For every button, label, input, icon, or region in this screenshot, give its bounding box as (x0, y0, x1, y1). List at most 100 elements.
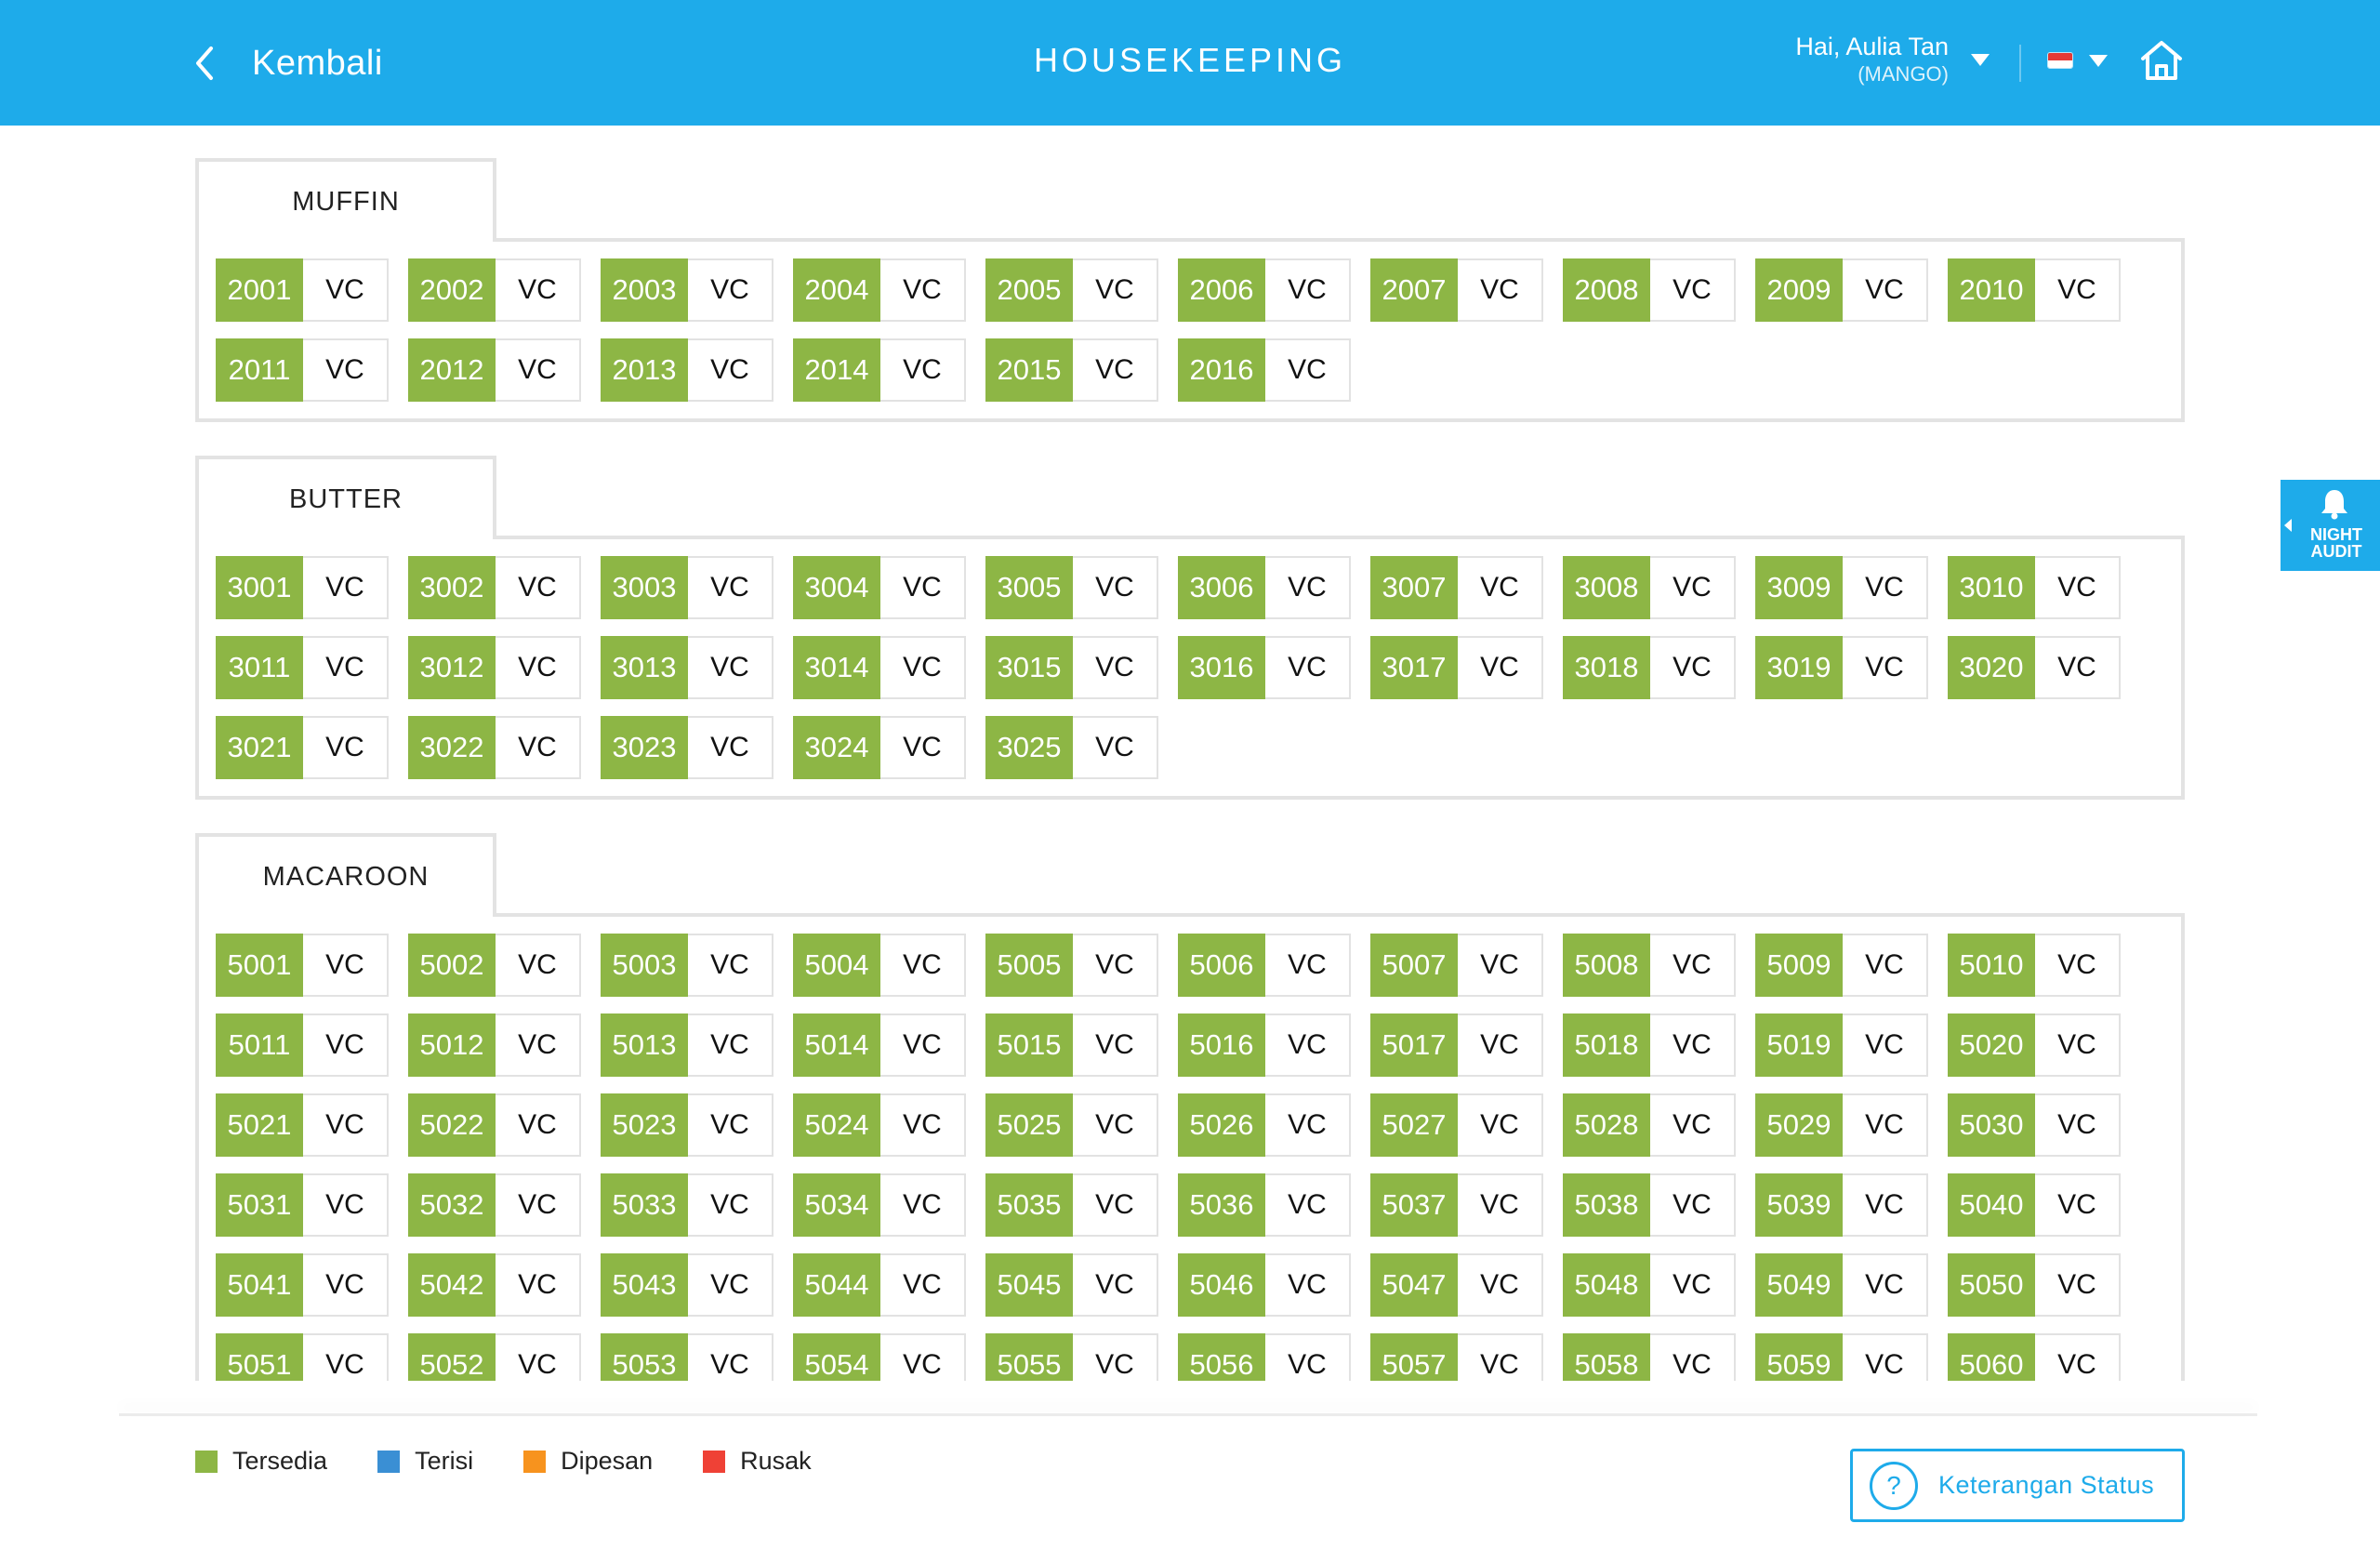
room-tile[interactable]: 5035 VC (985, 1173, 1158, 1237)
room-tile[interactable]: 5054 VC (793, 1333, 966, 1381)
room-tile[interactable]: 2016 VC (1178, 338, 1351, 402)
room-tile[interactable]: 5039 VC (1755, 1173, 1928, 1237)
room-tile[interactable]: 3024 VC (793, 716, 966, 779)
user-dropdown-caret-icon[interactable] (1971, 54, 1990, 66)
room-tile[interactable]: 5034 VC (793, 1173, 966, 1237)
room-tile[interactable]: 5033 VC (601, 1173, 774, 1237)
room-tile[interactable]: 2004 VC (793, 258, 966, 322)
home-icon[interactable] (2138, 37, 2185, 84)
room-tile[interactable]: 3003 VC (601, 556, 774, 619)
room-tile[interactable]: 5050 VC (1948, 1253, 2121, 1317)
room-tile[interactable]: 2010 VC (1948, 258, 2121, 322)
room-tile[interactable]: 5032 VC (408, 1173, 581, 1237)
room-tile[interactable]: 5058 VC (1563, 1333, 1736, 1381)
room-tile[interactable]: 3015 VC (985, 636, 1158, 699)
room-tile[interactable]: 2005 VC (985, 258, 1158, 322)
room-tile[interactable]: 3011 VC (216, 636, 389, 699)
room-tile[interactable]: 5004 VC (793, 934, 966, 997)
room-tile[interactable]: 2001 VC (216, 258, 389, 322)
room-tile[interactable]: 5011 VC (216, 1013, 389, 1077)
room-tile[interactable]: 3004 VC (793, 556, 966, 619)
room-tile[interactable]: 3009 VC (1755, 556, 1928, 619)
room-tile[interactable]: 5026 VC (1178, 1093, 1351, 1157)
room-tile[interactable]: 3016 VC (1178, 636, 1351, 699)
room-tile[interactable]: 5005 VC (985, 934, 1158, 997)
room-tile[interactable]: 2011 VC (216, 338, 389, 402)
room-tile[interactable]: 5023 VC (601, 1093, 774, 1157)
room-tile[interactable]: 5009 VC (1755, 934, 1928, 997)
room-tile[interactable]: 5021 VC (216, 1093, 389, 1157)
room-tile[interactable]: 5046 VC (1178, 1253, 1351, 1317)
room-tile[interactable]: 3025 VC (985, 716, 1158, 779)
room-tile[interactable]: 3014 VC (793, 636, 966, 699)
room-tile[interactable]: 5052 VC (408, 1333, 581, 1381)
room-tile[interactable]: 5012 VC (408, 1013, 581, 1077)
room-tile[interactable]: 3018 VC (1563, 636, 1736, 699)
room-tile[interactable]: 3017 VC (1370, 636, 1543, 699)
language-dropdown-caret-icon[interactable] (2089, 55, 2108, 67)
room-tile[interactable]: 3010 VC (1948, 556, 2121, 619)
room-tile[interactable]: 5025 VC (985, 1093, 1158, 1157)
room-tile[interactable]: 5053 VC (601, 1333, 774, 1381)
room-tile[interactable]: 5049 VC (1755, 1253, 1928, 1317)
room-tile[interactable]: 5010 VC (1948, 934, 2121, 997)
room-tile[interactable]: 2003 VC (601, 258, 774, 322)
room-tile[interactable]: 2006 VC (1178, 258, 1351, 322)
room-tile[interactable]: 5020 VC (1948, 1013, 2121, 1077)
room-tile[interactable]: 5047 VC (1370, 1253, 1543, 1317)
room-tile[interactable]: 5027 VC (1370, 1093, 1543, 1157)
room-tile[interactable]: 3022 VC (408, 716, 581, 779)
room-tile[interactable]: 5003 VC (601, 934, 774, 997)
room-tile[interactable]: 5028 VC (1563, 1093, 1736, 1157)
room-tile[interactable]: 3007 VC (1370, 556, 1543, 619)
room-tile[interactable]: 5056 VC (1178, 1333, 1351, 1381)
room-tile[interactable]: 2009 VC (1755, 258, 1928, 322)
room-tile[interactable]: 5057 VC (1370, 1333, 1543, 1381)
room-tile[interactable]: 2002 VC (408, 258, 581, 322)
room-tile[interactable]: 3001 VC (216, 556, 389, 619)
room-tile[interactable]: 5044 VC (793, 1253, 966, 1317)
room-tile[interactable]: 3008 VC (1563, 556, 1736, 619)
room-tile[interactable]: 2015 VC (985, 338, 1158, 402)
room-tile[interactable]: 5041 VC (216, 1253, 389, 1317)
room-tile[interactable]: 5006 VC (1178, 934, 1351, 997)
room-tile[interactable]: 5045 VC (985, 1253, 1158, 1317)
room-tile[interactable]: 5040 VC (1948, 1173, 2121, 1237)
room-tile[interactable]: 3023 VC (601, 716, 774, 779)
room-tile[interactable]: 5002 VC (408, 934, 581, 997)
room-tile[interactable]: 5016 VC (1178, 1013, 1351, 1077)
room-tile[interactable]: 2012 VC (408, 338, 581, 402)
room-tile[interactable]: 5038 VC (1563, 1173, 1736, 1237)
room-tile[interactable]: 5008 VC (1563, 934, 1736, 997)
room-tile[interactable]: 5013 VC (601, 1013, 774, 1077)
room-tile[interactable]: 5022 VC (408, 1093, 581, 1157)
room-tile[interactable]: 5060 VC (1948, 1333, 2121, 1381)
room-tile[interactable]: 5036 VC (1178, 1173, 1351, 1237)
room-sections[interactable]: MUFFIN 2001 VC 2002 VC 2003 VC 2004 VC 2005 VC 2006… (195, 158, 2185, 1381)
room-tile[interactable]: 3021 VC (216, 716, 389, 779)
language-flag-icon[interactable] (2047, 52, 2073, 69)
room-tile[interactable]: 5024 VC (793, 1093, 966, 1157)
room-tile[interactable]: 5051 VC (216, 1333, 389, 1381)
room-tile[interactable]: 5014 VC (793, 1013, 966, 1077)
room-tile[interactable]: 3019 VC (1755, 636, 1928, 699)
room-tile[interactable]: 5017 VC (1370, 1013, 1543, 1077)
room-tile[interactable]: 5001 VC (216, 934, 389, 997)
room-tile[interactable]: 5030 VC (1948, 1093, 2121, 1157)
room-tile[interactable]: 2007 VC (1370, 258, 1543, 322)
room-tile[interactable]: 5043 VC (601, 1253, 774, 1317)
room-tile[interactable]: 5059 VC (1755, 1333, 1928, 1381)
room-tile[interactable]: 5018 VC (1563, 1013, 1736, 1077)
room-tile[interactable]: 2014 VC (793, 338, 966, 402)
room-tile[interactable]: 2008 VC (1563, 258, 1736, 322)
room-tile[interactable]: 5031 VC (216, 1173, 389, 1237)
room-tile[interactable]: 3020 VC (1948, 636, 2121, 699)
room-tile[interactable]: 3002 VC (408, 556, 581, 619)
room-tile[interactable]: 5019 VC (1755, 1013, 1928, 1077)
room-tile[interactable]: 5055 VC (985, 1333, 1158, 1381)
room-tile[interactable]: 3012 VC (408, 636, 581, 699)
room-tile[interactable]: 5029 VC (1755, 1093, 1928, 1157)
room-tile[interactable]: 5015 VC (985, 1013, 1158, 1077)
room-tile[interactable]: 3005 VC (985, 556, 1158, 619)
room-tile[interactable]: 3006 VC (1178, 556, 1351, 619)
